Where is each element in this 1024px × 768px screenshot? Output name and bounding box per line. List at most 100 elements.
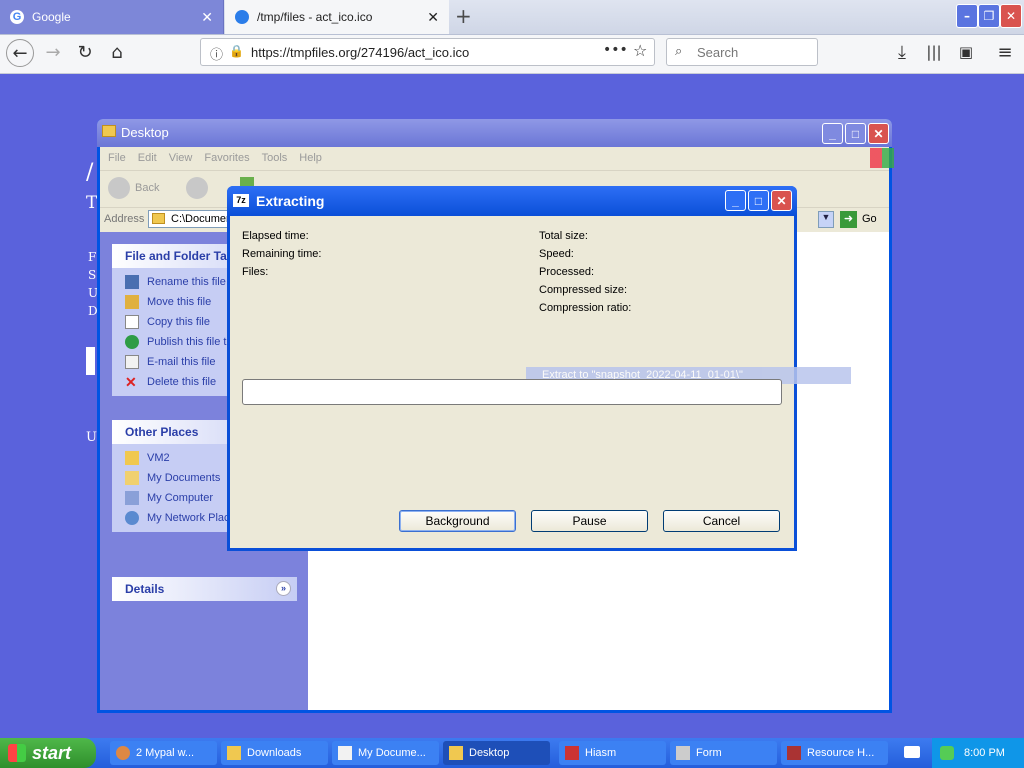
close-icon[interactable]: ✕ — [201, 9, 213, 26]
close-window-icon[interactable]: ✕ — [1000, 4, 1022, 28]
tab-tmpfiles[interactable]: /tmp/files - act_ico.ico ✕ — [225, 0, 449, 34]
tray-app-icon[interactable] — [940, 746, 954, 760]
elapsed-time-label: Elapsed time: — [242, 230, 309, 242]
menu-file[interactable]: File — [108, 152, 126, 164]
folder-icon — [152, 213, 165, 224]
start-label: start — [32, 742, 72, 763]
explorer-titlebar[interactable]: Desktop _ □ ✕ — [97, 119, 892, 147]
reload-icon[interactable]: ↻ — [72, 39, 98, 65]
page-fragment: T — [86, 193, 98, 213]
info-icon[interactable]: ⓘ — [210, 44, 223, 63]
tab-label: Google — [32, 10, 71, 24]
url-text[interactable]: https://tmpfiles.org/274196/act_ico.ico — [251, 45, 469, 60]
tab-label: /tmp/files - act_ico.ico — [257, 10, 373, 24]
home-icon[interactable]: ⌂ — [104, 39, 130, 65]
sidebar-icon[interactable]: ▣ — [953, 39, 979, 65]
folder-icon — [227, 746, 241, 760]
windows-logo-icon — [8, 744, 26, 762]
maximize-icon[interactable]: □ — [748, 190, 769, 211]
panel-header[interactable]: Details » — [112, 577, 297, 601]
folder-icon — [125, 451, 139, 465]
search-icon: ⌕ — [675, 43, 683, 58]
chevron-down-icon[interactable]: » — [276, 581, 291, 596]
task-form[interactable]: Form — [670, 741, 777, 765]
background-button[interactable]: Background — [399, 510, 516, 532]
hiasm-icon — [565, 746, 579, 760]
menu-edit[interactable]: Edit — [138, 152, 157, 164]
pause-button[interactable]: Pause — [531, 510, 648, 532]
browser-tabbar: G Google ✕ /tmp/files - act_ico.ico ✕ + … — [0, 0, 1024, 35]
chevron-down-icon[interactable]: ▼ — [818, 211, 834, 228]
minimize-icon[interactable]: – — [956, 4, 978, 28]
minimize-icon[interactable]: _ — [822, 123, 843, 144]
menu-favorites[interactable]: Favorites — [204, 152, 249, 164]
progress-bar — [242, 379, 782, 405]
start-button[interactable]: start — [0, 738, 96, 768]
library-icon[interactable]: ||| — [921, 39, 947, 65]
cloud-upload-icon — [235, 10, 249, 24]
forward-icon[interactable] — [186, 177, 208, 199]
windows-logo-icon — [870, 148, 894, 168]
search-placeholder: Search — [697, 45, 739, 60]
details-panel: Details » — [112, 577, 297, 601]
close-icon[interactable]: ✕ — [771, 190, 792, 211]
new-tab-icon[interactable]: + — [455, 4, 472, 28]
restore-icon[interactable]: ❐ — [978, 4, 1000, 28]
system-tray: 8:00 PM — [932, 738, 1024, 768]
browser-navbar: ← → ↻ ⌂ ⓘ 🔒 https://tmpfiles.org/274196/… — [0, 35, 1024, 74]
documents-folder-icon — [125, 471, 139, 485]
delete-x-icon: ✕ — [125, 374, 137, 390]
tab-google[interactable]: G Google ✕ — [0, 0, 224, 34]
menu-view[interactable]: View — [169, 152, 193, 164]
menu-icon[interactable]: ≡ — [992, 39, 1018, 65]
lock-icon: 🔒 — [229, 44, 244, 58]
compression-ratio-label: Compression ratio: — [539, 302, 632, 314]
task-my-documents[interactable]: My Docume... — [332, 741, 439, 765]
clock[interactable]: 8:00 PM — [964, 747, 1005, 759]
go-label[interactable]: Go — [862, 213, 877, 225]
maximize-icon[interactable]: □ — [845, 123, 866, 144]
back-label[interactable]: Back — [135, 182, 159, 194]
documents-icon — [338, 746, 352, 760]
task-desktop[interactable]: Desktop — [443, 741, 550, 765]
url-bar[interactable]: ⓘ 🔒 https://tmpfiles.org/274196/act_ico.… — [200, 38, 655, 66]
page-fragment-box — [86, 347, 95, 375]
minimize-icon[interactable]: _ — [725, 190, 746, 211]
rename-icon — [125, 275, 139, 289]
search-input[interactable]: ⌕ Search — [666, 38, 818, 66]
menu-help[interactable]: Help — [299, 152, 322, 164]
download-icon[interactable]: ⤓ — [889, 39, 915, 65]
go-arrow-icon[interactable]: ➜ — [840, 211, 857, 228]
remaining-time-label: Remaining time: — [242, 248, 322, 260]
page-fragment: / — [86, 160, 94, 185]
cancel-button[interactable]: Cancel — [663, 510, 780, 532]
task-downloads[interactable]: Downloads — [221, 741, 328, 765]
7zip-icon: 7z — [233, 194, 249, 207]
network-icon — [125, 511, 139, 525]
bookmark-star-icon[interactable]: ☆ — [633, 41, 647, 60]
page-fragment: U — [86, 430, 97, 445]
resource-hacker-icon — [787, 746, 801, 760]
forward-icon[interactable]: → — [40, 39, 66, 65]
back-icon[interactable]: ← — [6, 39, 34, 67]
page-actions-icon[interactable]: ••• — [603, 42, 628, 58]
dialog-body: Elapsed time: Remaining time: Files: Tot… — [230, 216, 851, 548]
close-icon[interactable]: ✕ — [868, 123, 889, 144]
page-fragment: F — [88, 250, 97, 264]
explorer-title: Desktop — [121, 125, 169, 140]
dialog-titlebar[interactable]: 7z Extracting _ □ ✕ — [227, 186, 797, 216]
address-label: Address — [104, 213, 145, 225]
back-icon[interactable] — [108, 177, 130, 199]
menu-tools[interactable]: Tools — [262, 152, 288, 164]
task-resource-hacker[interactable]: Resource H... — [781, 741, 888, 765]
computer-icon — [125, 491, 139, 505]
task-mypal[interactable]: 2 Mypal w... — [110, 741, 217, 765]
move-icon — [125, 295, 139, 309]
processed-label: Processed: — [539, 266, 595, 278]
close-icon[interactable]: ✕ — [427, 9, 439, 26]
task-hiasm[interactable]: Hiasm — [559, 741, 666, 765]
speed-label: Speed: — [539, 248, 574, 260]
email-icon — [125, 355, 139, 369]
taskbar: start 2 Mypal w... Downloads My Docume..… — [0, 738, 1024, 768]
keyboard-icon[interactable] — [904, 746, 920, 758]
